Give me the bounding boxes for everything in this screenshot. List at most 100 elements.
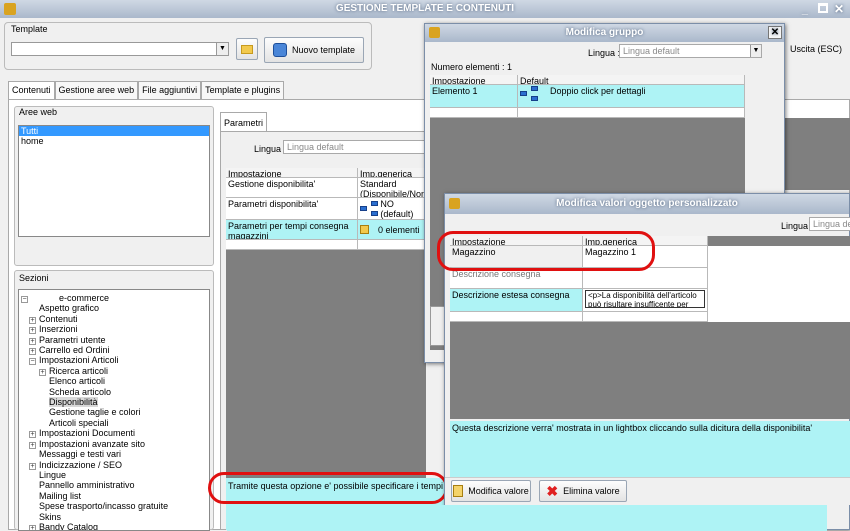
tree-item[interactable]: Mailing list [19, 491, 209, 501]
tree-item[interactable]: Gestione taglie e colori [19, 407, 209, 417]
expand-icon[interactable]: + [29, 462, 36, 470]
parametri-lingua-label: Lingua : [254, 144, 287, 154]
collapse-icon[interactable]: − [21, 296, 28, 303]
tree-item[interactable]: Articoli speciali [19, 418, 209, 428]
tree-item[interactable]: Messaggi e testi vari [19, 449, 209, 459]
highlight-ring-magazzino [437, 231, 655, 271]
tree-item[interactable]: + Contenuti [19, 314, 209, 324]
delete-icon: ✖ [546, 483, 559, 499]
modifica-valori-window: Modifica valori oggetto personalizzato L… [227, 193, 850, 531]
expand-icon[interactable]: + [29, 316, 36, 324]
expand-icon[interactable]: + [29, 348, 36, 356]
close-button[interactable]: ✕ [768, 26, 782, 39]
mg-lingua-select[interactable]: Lingua default ▼ [619, 44, 762, 58]
aree-web-label: Aree web [19, 107, 58, 117]
tab-file-aggiuntivi[interactable]: File aggiuntivi [138, 81, 202, 99]
table-row-selected[interactable]: Descrizione estesa consegna <p>La dispon… [450, 289, 850, 312]
mv-button-bar: Modifica valore ✖ Elimina valore [445, 477, 850, 505]
database-icon [272, 43, 287, 57]
tree-item-selected[interactable]: Disponibilità [19, 397, 209, 408]
mv-lingua-select[interactable]: Lingua default [809, 217, 850, 231]
tree-item[interactable]: Elenco articoli [19, 376, 209, 386]
sezioni-group: Sezioni − e-commerce Aspetto grafico + Con… [14, 270, 214, 531]
tree-item[interactable]: + Impostazioni Documenti [19, 428, 209, 439]
tree-item[interactable]: Spese trasporto/incasso gratuite [19, 501, 209, 511]
tab-parametri[interactable]: Parametri [220, 112, 268, 132]
template-label: Template [11, 24, 48, 34]
mv-description: Questa descrizione verra' mostrata in un… [450, 421, 850, 477]
expand-icon[interactable]: + [29, 327, 36, 335]
template-group: Template ▼ Nuovo template [4, 22, 372, 70]
modifica-valori-titlebar: Modifica valori oggetto personalizzato [445, 194, 849, 214]
modifica-valori-title: Modifica valori oggetto personalizzato [556, 198, 738, 209]
folder-button[interactable] [236, 38, 258, 60]
tab-contenuti[interactable]: Contenuti [8, 81, 55, 100]
list-item-tutti[interactable]: Tutti [19, 126, 209, 136]
highlight-ring-description [208, 472, 448, 504]
minimize-icon[interactable]: _ [802, 1, 808, 19]
window-title: GESTIONE TEMPLATE E CONTENUTI [335, 3, 515, 14]
parametri-lingua-select[interactable]: Lingua default [283, 140, 425, 154]
modifica-gruppo-title: Modifica gruppo [565, 27, 644, 38]
tree-item[interactable]: + Impostazioni avanzate sito [19, 439, 209, 449]
edit-icon [453, 485, 464, 497]
app-icon [429, 27, 440, 38]
hierarchy-icon [360, 200, 378, 217]
chevron-down-icon[interactable]: ▼ [750, 45, 761, 57]
table-row[interactable]: Elemento 1 Doppio click per dettagli [430, 85, 745, 108]
table-row[interactable]: Gestione disponibilita' Standard (Dispon… [226, 178, 426, 198]
new-template-button[interactable]: Nuovo template [264, 37, 364, 63]
col-header-impostazione[interactable]: Impostazione [226, 168, 358, 178]
main-tabs: Contenuti Gestione aree web File aggiunt… [8, 81, 285, 100]
col-header-impostazione[interactable]: Impostazione [430, 75, 518, 85]
chevron-down-icon[interactable]: ▼ [216, 43, 228, 55]
folder-icon [241, 44, 253, 54]
app-icon [449, 198, 460, 209]
close-icon[interactable]: ✕ [834, 0, 844, 18]
tree-item[interactable]: − e-commerce [19, 293, 209, 303]
app-icon [4, 3, 16, 15]
tree-item[interactable]: Skins [19, 512, 209, 522]
tree-item[interactable]: Scheda articolo [19, 387, 209, 397]
tree-item[interactable]: − Impostazioni Articoli [19, 355, 209, 366]
mv-bottom-strip [227, 505, 827, 531]
table-row[interactable]: Descrizione consegna [450, 268, 850, 289]
list-item-home[interactable]: home [19, 136, 209, 146]
expand-icon[interactable]: + [29, 524, 36, 530]
expand-icon[interactable]: + [29, 431, 36, 439]
right-gray-area [784, 118, 850, 190]
sezioni-tree[interactable]: − e-commerce Aspetto grafico + Contenuti +… [18, 289, 210, 531]
new-template-label: Nuovo template [291, 45, 356, 55]
modifica-valore-button[interactable]: Modifica valore [451, 480, 531, 502]
tree-item[interactable]: Lingue [19, 470, 209, 480]
expand-icon[interactable]: + [39, 368, 46, 376]
aree-web-group: Aree web Tutti home [14, 106, 214, 266]
folder-icon [360, 225, 369, 234]
main-title-bar: GESTIONE TEMPLATE E CONTENUTI _ ✕ [0, 0, 850, 18]
tree-item[interactable]: Aspetto grafico [19, 303, 209, 313]
tree-item[interactable]: + Parametri utente [19, 335, 209, 345]
mv-value-editor[interactable]: <p>La disponibilità dell'articolo può ri… [585, 290, 705, 308]
tab-template-plugins[interactable]: Template e plugins [201, 81, 285, 99]
col-header-default[interactable]: Default [518, 75, 745, 85]
modifica-gruppo-titlebar: Modifica gruppo ✕ [425, 24, 784, 42]
collapse-icon[interactable]: − [29, 358, 36, 366]
template-select[interactable]: ▼ [11, 42, 229, 56]
tree-item[interactable]: + Ricerca articoli [19, 366, 209, 376]
table-row-selected[interactable]: Parametri per tempi consegna magazzini 0… [226, 220, 426, 240]
tree-item[interactable]: Pannello amministrativo [19, 480, 209, 490]
maximize-icon[interactable] [818, 3, 828, 13]
table-row[interactable]: Parametri disponibilita' NO (default) [226, 198, 426, 220]
aree-web-list[interactable]: Tutti home [18, 125, 210, 237]
expand-icon[interactable]: + [29, 337, 36, 345]
tab-gestione-aree-web[interactable]: Gestione aree web [54, 81, 139, 99]
hierarchy-icon [520, 86, 540, 102]
tree-item[interactable]: + Inserzioni [19, 324, 209, 335]
elimina-valore-button[interactable]: ✖ Elimina valore [539, 480, 627, 502]
mg-lingua-label: Lingua : [588, 48, 621, 58]
col-header-imp-generica[interactable]: Imp.generica [358, 168, 426, 178]
tree-item[interactable]: + Indicizzazione / SEO [19, 460, 209, 470]
expand-icon[interactable]: + [29, 441, 36, 449]
uscita-button[interactable]: Uscita (ESC) [790, 44, 842, 54]
tree-item[interactable]: + Carrello ed Ordini [19, 345, 209, 356]
